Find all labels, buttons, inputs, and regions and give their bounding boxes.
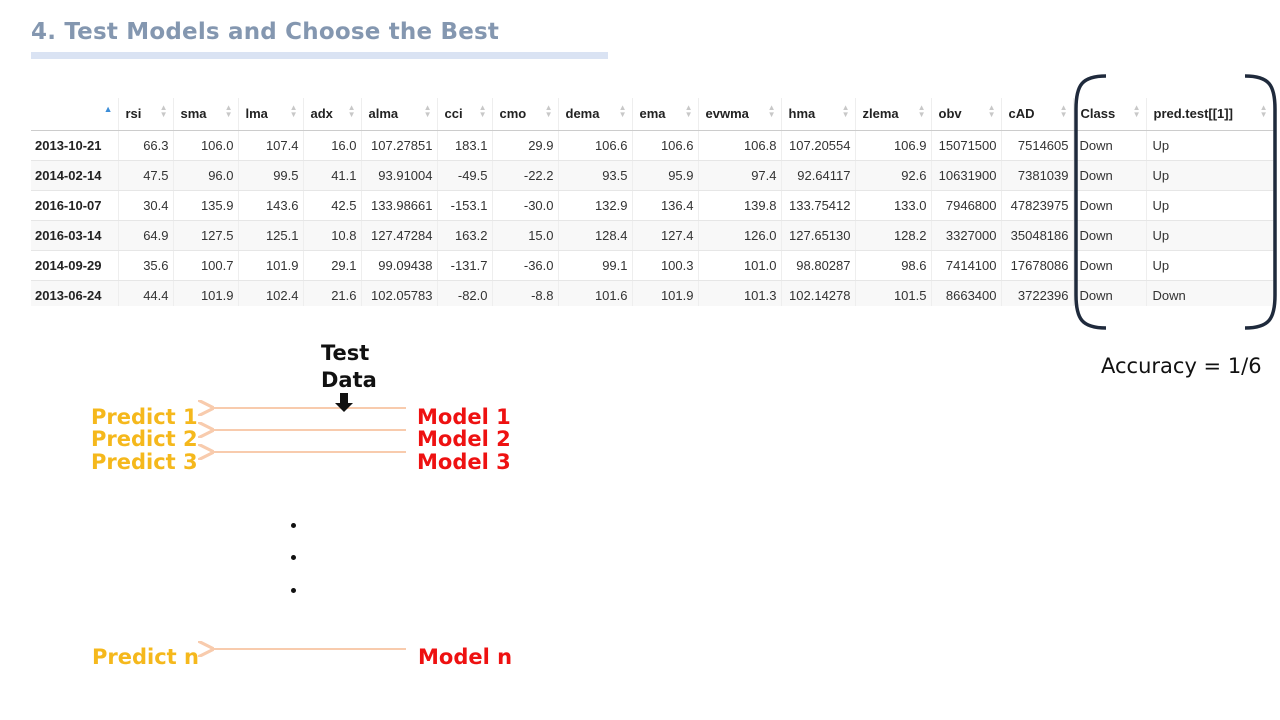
model-2-label: Model 2: [417, 427, 511, 451]
ellipsis-dot: [291, 588, 296, 593]
model-n-label: Model n: [418, 645, 513, 669]
predict-3-label: Predict 3: [91, 450, 198, 474]
down-arrow-icon: [335, 393, 353, 412]
model-1-label: Model 1: [417, 405, 511, 429]
predict-n-label: Predict n: [92, 645, 199, 669]
predict-2-label: Predict 2: [91, 427, 198, 451]
ellipsis-dot: [291, 555, 296, 560]
model-diagram-arrows: [0, 393, 406, 720]
ellipsis-dot: [291, 523, 296, 528]
model-3-label: Model 3: [417, 450, 511, 474]
predict-1-label: Predict 1: [91, 405, 198, 429]
